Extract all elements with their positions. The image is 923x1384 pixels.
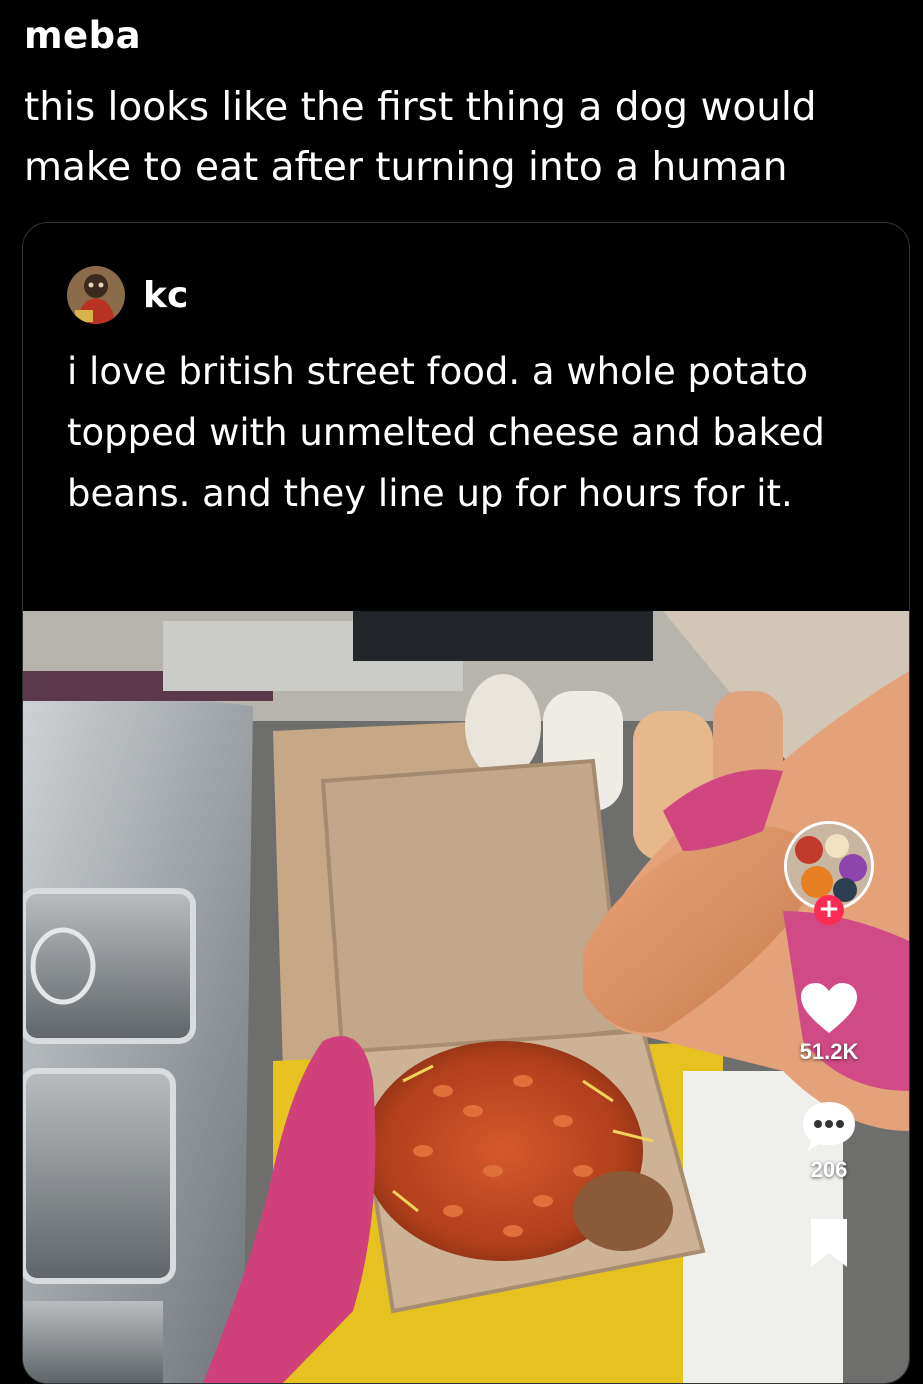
- video-player[interactable]: + 51.2K 206: [23, 611, 909, 1383]
- heart-icon: [801, 983, 857, 1033]
- quoted-post-author[interactable]: kc: [143, 275, 188, 316]
- video-action-rail: + 51.2K 206: [779, 821, 879, 1269]
- post: meba this looks like the first thing a d…: [0, 0, 923, 1384]
- post-author[interactable]: meba: [24, 14, 141, 57]
- like-count: 51.2K: [799, 1039, 859, 1064]
- like-button[interactable]: 51.2K: [799, 981, 859, 1065]
- bookmark-icon: [811, 1219, 847, 1267]
- quoted-post[interactable]: kc i love british street food. a whole p…: [22, 222, 910, 1384]
- comment-bubble-icon: [803, 1102, 855, 1151]
- post-text: this looks like the first thing a dog wo…: [24, 85, 817, 190]
- comment-button[interactable]: 206: [800, 1099, 858, 1183]
- video-frame: [23, 611, 909, 1383]
- comment-count: 206: [810, 1157, 848, 1182]
- avatar[interactable]: [67, 266, 125, 324]
- quoted-post-text: i love british street food. a whole pota…: [67, 350, 825, 515]
- save-button[interactable]: [807, 1217, 851, 1269]
- quoted-post-header: kc: [67, 265, 188, 325]
- follow-button[interactable]: +: [814, 895, 844, 925]
